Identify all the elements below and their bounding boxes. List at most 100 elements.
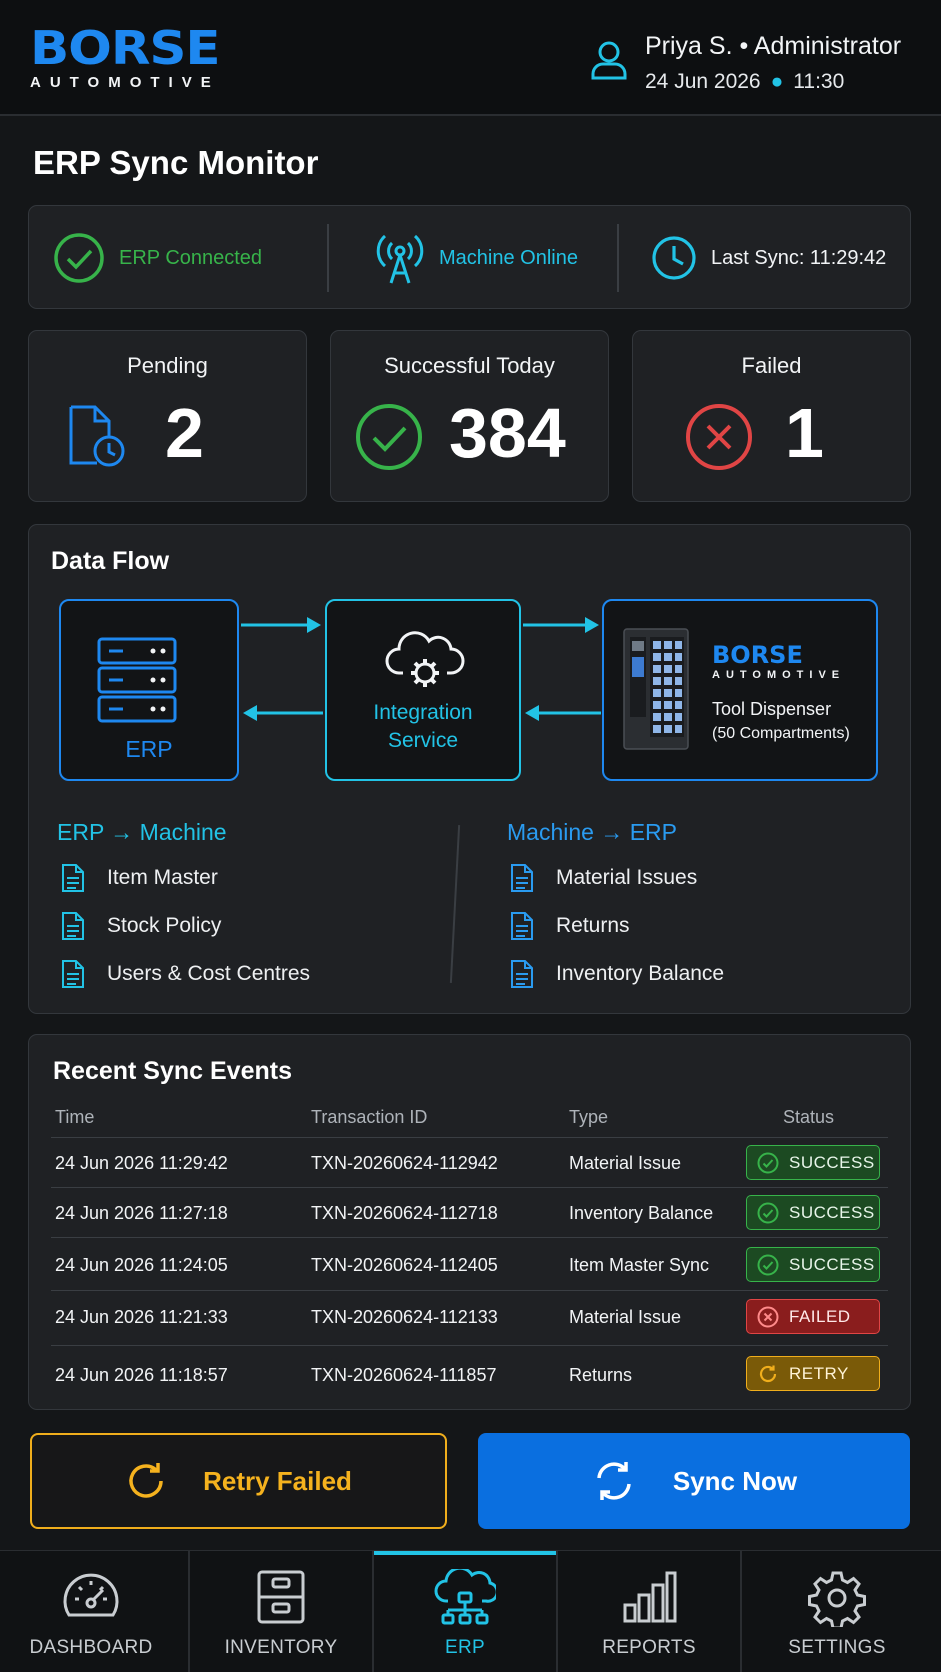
successful-value: 384 xyxy=(449,394,566,472)
column-header-status[interactable]: Status xyxy=(783,1107,834,1128)
bar-chart-icon xyxy=(623,1571,677,1623)
machine-status-text: Machine Online xyxy=(439,246,578,269)
refresh-icon xyxy=(129,1463,163,1498)
row-divider xyxy=(51,1187,888,1188)
status-badge: SUCCESS xyxy=(746,1145,880,1180)
dispenser-cabinet-icon xyxy=(623,628,689,750)
status-badge: FAILED xyxy=(746,1299,880,1334)
document-icon xyxy=(62,960,84,988)
cloud-network-icon xyxy=(434,1569,496,1625)
bottom-navigation: DASHBOARD INVENTORY ERP REPORTS SETTINGS xyxy=(0,1550,941,1672)
row-transaction-id: TXN-20260624-112405 xyxy=(311,1255,498,1275)
page-title: ERP Sync Monitor xyxy=(33,144,319,181)
status-badge: SUCCESS xyxy=(746,1195,880,1230)
nav-inventory[interactable]: INVENTORY xyxy=(190,1551,372,1672)
successful-label: Successful Today xyxy=(384,353,555,378)
machine-to-erp-item: Inventory Balance xyxy=(510,959,724,989)
erp-node[interactable]: ERP xyxy=(59,599,239,781)
nav-settings[interactable]: SETTINGS xyxy=(746,1551,928,1672)
machine-subtitle: (50 Compartments) xyxy=(712,725,850,742)
nav-label: DASHBOARD xyxy=(29,1637,153,1658)
arrow-left-icon xyxy=(525,705,601,721)
x-circle-icon xyxy=(757,1306,779,1327)
machine-to-erp-title: Machine → ERP xyxy=(507,819,678,845)
failed-value: 1 xyxy=(785,394,824,472)
row-time: 24 Jun 2026 11:29:42 xyxy=(55,1153,228,1173)
user-name-role: Priya S. • Administrator xyxy=(645,32,902,60)
erp-status: ERP Connected xyxy=(53,206,262,310)
row-type: Inventory Balance xyxy=(569,1203,714,1223)
gauge-icon xyxy=(63,1573,119,1617)
pending-label: Pending xyxy=(127,353,208,378)
machine-brand-name: BORSE xyxy=(712,641,803,669)
sync-now-label: Sync Now xyxy=(672,1465,798,1496)
x-circle-icon xyxy=(686,404,752,470)
row-time: 24 Jun 2026 11:18:57 xyxy=(55,1365,228,1385)
flow-item-label: Stock Policy xyxy=(107,914,222,937)
retry-failed-label: Retry Failed xyxy=(203,1465,352,1496)
arrow-left-icon xyxy=(243,705,323,721)
integration-service-label: Integration Service xyxy=(327,699,519,755)
successful-card[interactable]: Successful Today 384 xyxy=(330,330,609,502)
tool-dispenser-node[interactable]: BORSE AUTOMOTIVE Tool Dispenser (50 Comp… xyxy=(602,599,878,781)
erp-to-machine-item: Stock Policy xyxy=(61,911,221,941)
row-transaction-id: TXN-20260624-112942 xyxy=(311,1153,498,1173)
separator-dot: ● xyxy=(770,70,784,93)
cabinet-icon xyxy=(257,1570,305,1624)
sync-icon xyxy=(597,1462,631,1500)
failed-card[interactable]: Failed 1 xyxy=(632,330,911,502)
flow-item-label: Inventory Balance xyxy=(556,962,725,985)
status-badge-label: RETRY xyxy=(789,1363,849,1383)
brand-logo: BORSE AUTOMOTIVE xyxy=(30,25,221,91)
nav-erp[interactable]: ERP xyxy=(374,1551,556,1672)
check-circle-icon xyxy=(356,404,422,470)
current-time: 11:30 xyxy=(793,70,845,93)
row-transaction-id: TXN-20260624-111857 xyxy=(311,1365,497,1385)
divider xyxy=(617,224,619,292)
erp-node-label: ERP xyxy=(125,736,173,762)
refresh-icon xyxy=(759,1365,777,1382)
check-circle-icon xyxy=(54,233,104,283)
status-badge-label: SUCCESS xyxy=(789,1152,875,1172)
current-date: 24 Jun 2026 xyxy=(645,70,761,93)
machine-brand-subtitle: AUTOMOTIVE xyxy=(712,669,846,681)
retry-failed-button[interactable]: Retry Failed xyxy=(30,1433,447,1529)
status-badge-label: SUCCESS xyxy=(789,1254,875,1274)
pending-card[interactable]: Pending 2 xyxy=(28,330,307,502)
column-header-time[interactable]: Time xyxy=(55,1107,94,1128)
status-badge: RETRY xyxy=(746,1356,880,1391)
gear-icon xyxy=(808,1571,866,1627)
nav-label: SETTINGS xyxy=(788,1637,886,1658)
data-flow-panel: Data Flow ERP Integration Service BORSE … xyxy=(28,524,911,1014)
nav-reports[interactable]: REPORTS xyxy=(558,1551,740,1672)
row-transaction-id: TXN-20260624-112133 xyxy=(311,1307,498,1327)
sync-now-button[interactable]: Sync Now xyxy=(478,1433,910,1529)
row-time: 24 Jun 2026 11:21:33 xyxy=(55,1307,228,1327)
column-header-transaction-id[interactable]: Transaction ID xyxy=(311,1107,427,1128)
flow-divider xyxy=(449,825,461,983)
cloud-gear-icon xyxy=(385,631,465,687)
document-icon xyxy=(62,912,84,940)
row-divider xyxy=(51,1345,888,1346)
server-icon xyxy=(97,637,177,723)
integration-service-node[interactable]: Integration Service xyxy=(325,599,521,781)
antenna-icon xyxy=(376,234,424,284)
column-header-type[interactable]: Type xyxy=(569,1107,608,1128)
row-divider xyxy=(51,1237,888,1238)
flow-item-label: Material Issues xyxy=(556,866,698,889)
status-badge: SUCCESS xyxy=(746,1247,880,1282)
row-time: 24 Jun 2026 11:27:18 xyxy=(55,1203,228,1223)
header-divider xyxy=(51,1137,888,1138)
row-divider xyxy=(51,1290,888,1291)
document-icon xyxy=(511,960,533,988)
nav-label: REPORTS xyxy=(602,1637,696,1658)
machine-to-erp-item: Returns xyxy=(510,911,630,941)
row-type: Returns xyxy=(569,1365,633,1385)
erp-to-machine-item: Item Master xyxy=(61,863,218,893)
user-icon[interactable] xyxy=(590,40,628,85)
nav-label: ERP xyxy=(445,1637,485,1658)
document-icon xyxy=(511,864,533,892)
check-circle-icon xyxy=(757,1152,779,1173)
nav-dashboard[interactable]: DASHBOARD xyxy=(0,1551,182,1672)
brand-subtitle: AUTOMOTIVE xyxy=(30,74,220,91)
